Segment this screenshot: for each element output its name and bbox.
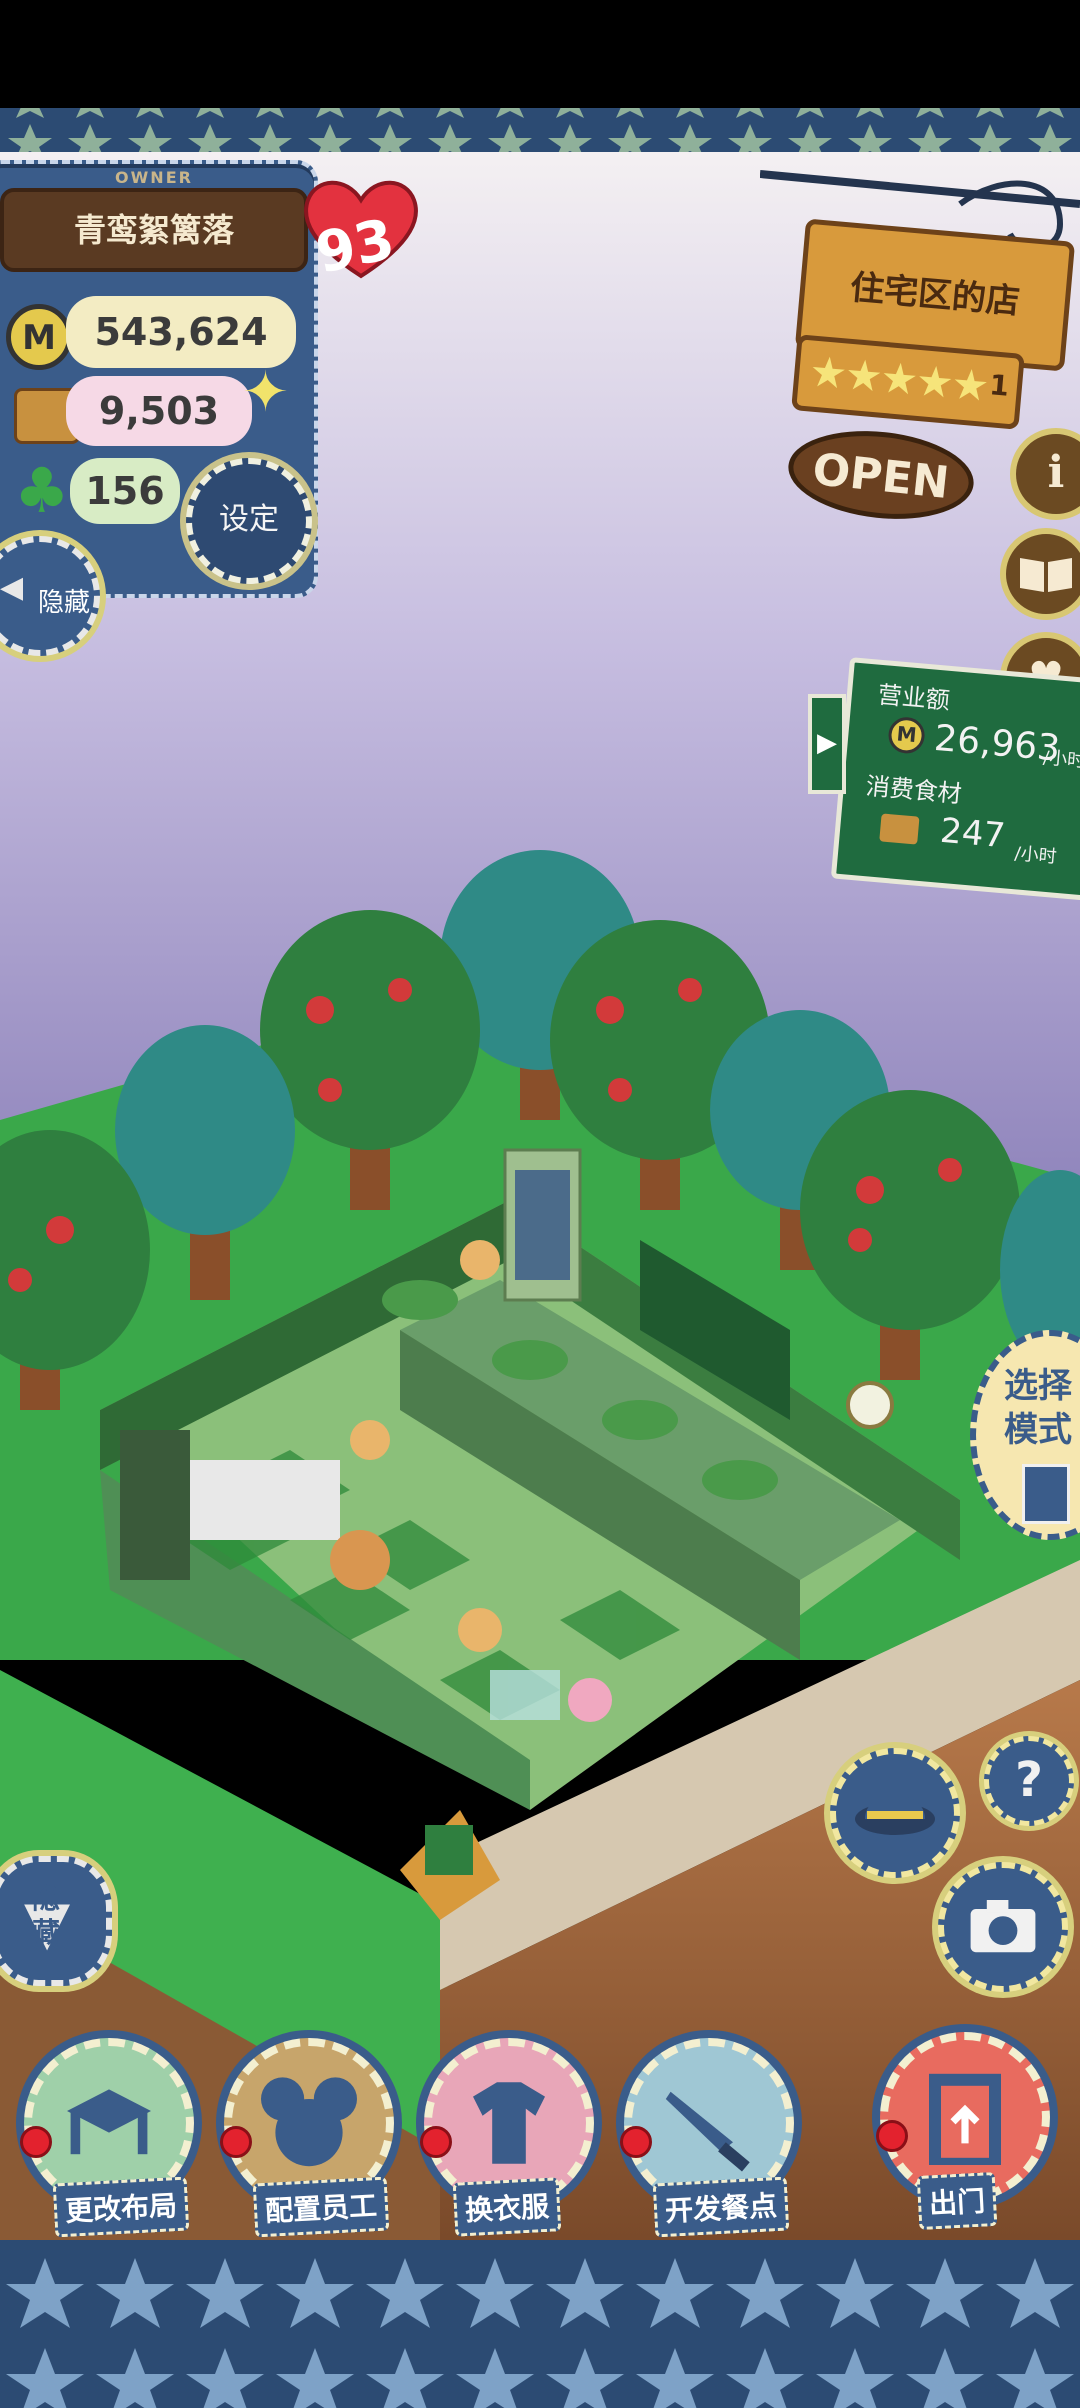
consumption-basket-icon xyxy=(879,813,920,845)
revenue-unit: /小时 xyxy=(1042,747,1080,772)
menu-button-2[interactable]: 配置员工 xyxy=(214,2030,414,2238)
revenue-label: 营业额 xyxy=(876,680,951,715)
red-pin-icon xyxy=(420,2126,452,2158)
hide-bottom-label: 隐藏 xyxy=(31,1882,60,1949)
book-icon xyxy=(1020,558,1072,592)
menu-button-label: 开发餐点 xyxy=(652,2176,790,2238)
knife-icon xyxy=(665,2091,750,2172)
revenue-coin-icon: M xyxy=(887,715,927,755)
hat-icon xyxy=(855,1795,935,1835)
hide-bottom-button[interactable]: ▼ 隐藏 xyxy=(0,1856,112,1986)
sales-board-expand-button[interactable]: ▶ xyxy=(808,694,846,794)
sparkle-icon: ✦ xyxy=(242,360,289,425)
question-icon: ? xyxy=(1015,1752,1043,1808)
hide-top-label: 隐藏 xyxy=(38,588,91,618)
mouse-icon xyxy=(261,2077,357,2167)
consumption-label: 消费食材 xyxy=(864,772,963,809)
money-coin-icon: M xyxy=(6,304,72,370)
table-icon xyxy=(67,2089,151,2155)
ingredients-value: 9,503 xyxy=(66,376,252,446)
consumption-value: 247 xyxy=(938,810,1007,857)
shirt-icon xyxy=(473,2082,545,2164)
door-icon xyxy=(929,2073,1001,2165)
owner-name-plank: OWNER 青鸾絮篱落 xyxy=(0,168,308,272)
settings-button[interactable]: 设定 xyxy=(186,458,312,584)
red-pin-icon xyxy=(876,2120,908,2152)
sales-board: 营业额 M 26,963 /小时 消费食材 247 /小时 xyxy=(830,657,1080,901)
menu-button-label: 换衣服 xyxy=(452,2177,562,2237)
consumption-unit: /小时 xyxy=(1013,843,1058,868)
select-mode-label: 选择模式 xyxy=(1004,1366,1072,1450)
camera-button[interactable] xyxy=(938,1862,1068,1992)
menu-button-label: 更改布局 xyxy=(52,2176,190,2238)
hat-button[interactable] xyxy=(830,1748,960,1878)
red-pin-icon xyxy=(620,2126,652,2158)
menu-button-1[interactable]: 更改布局 xyxy=(14,2030,214,2238)
red-pin-icon xyxy=(20,2126,52,2158)
cursor-icon xyxy=(1022,1464,1070,1524)
menu-button-label: 出门 xyxy=(916,2171,998,2231)
menu-button-label: 配置员工 xyxy=(252,2176,390,2238)
menu-button-3[interactable]: 换衣服 xyxy=(414,2030,614,2237)
red-pin-icon xyxy=(220,2126,252,2158)
owner-name: 青鸾絮篱落 xyxy=(73,211,234,249)
menu-button-4[interactable]: 开发餐点 xyxy=(614,2030,814,2238)
menu-button-5[interactable]: 出门 xyxy=(870,2024,1070,2231)
clover-icon: ♣ xyxy=(14,454,70,527)
shop-rating-level: 1 xyxy=(988,368,1011,403)
clover-value: 156 xyxy=(70,458,180,524)
money-value: 543,624 xyxy=(66,296,296,368)
left-arrow-icon: ◀ xyxy=(0,570,24,605)
owner-caption: OWNER xyxy=(115,168,193,187)
camera-icon xyxy=(970,1900,1036,1953)
help-button[interactable]: ? xyxy=(984,1736,1074,1826)
shop-rating-stars: ★★★★★ xyxy=(807,346,990,411)
